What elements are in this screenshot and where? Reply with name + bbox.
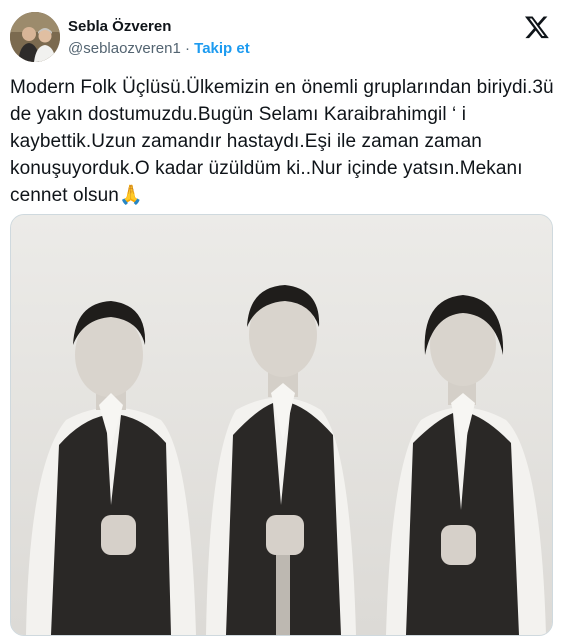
tweet-text: Modern Folk Üçlüsü.Ülkemizin en önemli g…	[10, 74, 556, 209]
avatar-image	[10, 12, 60, 62]
trio-photo-image	[11, 215, 552, 635]
folded-hands-emoji: 🙏	[118, 185, 143, 206]
avatar[interactable]	[10, 12, 60, 62]
tweet-body: Modern Folk Üçlüsü.Ülkemizin en önemli g…	[10, 77, 554, 206]
follow-button[interactable]: Takip et	[194, 40, 250, 57]
tweet-header: Sebla Özveren @seblaozveren1 · Takip et	[10, 10, 556, 62]
separator-dot: ·	[180, 40, 195, 57]
author-handle[interactable]: @seblaozveren1	[68, 40, 181, 57]
author-subline: @seblaozveren1 · Takip et	[68, 40, 250, 57]
tweet-photo[interactable]	[10, 214, 553, 636]
x-logo-icon[interactable]	[524, 14, 550, 40]
author-name[interactable]: Sebla Özveren	[68, 18, 171, 35]
